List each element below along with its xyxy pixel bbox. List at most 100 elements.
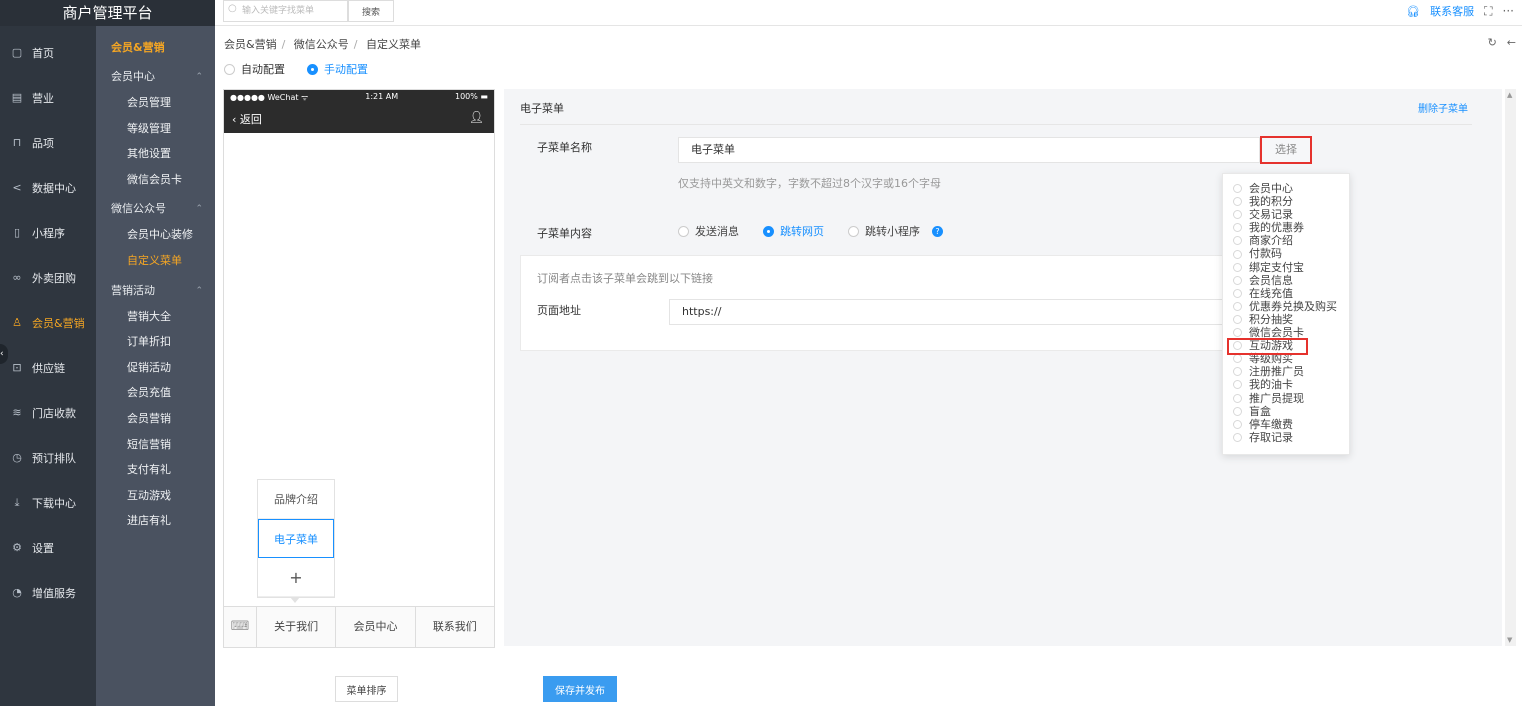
nav-item[interactable]: ⤓ 下载中心 [0,480,96,525]
option-radio[interactable] [1233,354,1242,364]
send-message-label[interactable]: 发送消息 [695,223,739,239]
nav-item[interactable]: ▤ 营业 [0,75,96,120]
nav-item[interactable]: ∞ 外卖团购 [0,255,96,300]
breadcrumb-item[interactable]: 会员&营销 [224,38,277,51]
option-radio[interactable] [1233,236,1242,246]
sub-nav-item[interactable]: 会员管理 [96,90,215,116]
sub-nav-item[interactable]: 微信会员卡 [96,167,215,193]
manual-config-label[interactable]: 手动配置 [324,61,368,77]
option-radio[interactable] [1233,301,1242,311]
dropdown-option[interactable]: 注册推广员 [1223,365,1349,378]
dropdown-option[interactable]: 我的优惠券 [1223,221,1349,234]
sub-nav-item[interactable]: 互动游戏 [96,483,215,509]
scrollbar[interactable]: ▲ ▼ [1505,89,1516,646]
dropdown-option[interactable]: 交易记录 [1223,208,1349,221]
page-url-input[interactable]: https:// [669,299,1225,325]
sub-nav-group-head[interactable]: 微信公众号 ⌃ [96,196,215,222]
nav-item[interactable]: ▯ 小程序 [0,210,96,255]
save-publish-button[interactable]: 保存并发布 [543,676,617,702]
nav-item[interactable]: ▢ 首页 [0,30,96,75]
phone-back-button[interactable]: ‹ 返回 [232,111,262,127]
option-radio[interactable] [1233,419,1242,429]
keyboard-icon[interactable]: ⌨ [224,607,257,647]
submenu-item-brand[interactable]: 品牌介绍 [258,480,334,519]
dropdown-option[interactable]: 我的积分 [1223,195,1349,208]
back-arrow-icon[interactable]: ← [1507,36,1516,49]
dropdown-option[interactable]: 绑定支付宝 [1223,261,1349,274]
option-radio[interactable] [1233,288,1242,298]
auto-config-radio[interactable] [224,63,235,75]
sub-nav-item[interactable]: 营销大全 [96,304,215,330]
sub-nav-item[interactable]: 会员营销 [96,406,215,432]
sub-nav-item[interactable]: 等级管理 [96,116,215,142]
option-radio[interactable] [1233,262,1242,272]
nav-item[interactable]: ◷ 预订排队 [0,435,96,480]
dropdown-option[interactable]: 积分抽奖 [1223,313,1349,326]
option-radio[interactable] [1233,328,1242,338]
nav-item[interactable]: ≋ 门店收款 [0,390,96,435]
dropdown-option[interactable]: 会员中心 [1223,182,1349,195]
sub-nav-item[interactable]: 促销活动 [96,355,215,381]
fullscreen-icon[interactable]: ⛶ [1484,4,1492,19]
menu-item-contact[interactable]: 联系我们 [416,607,494,647]
manual-config-radio[interactable] [307,63,318,75]
sub-nav-group-head[interactable]: 营销活动 ⌃ [96,278,215,304]
option-radio[interactable] [1233,314,1242,324]
option-radio[interactable] [1233,249,1242,259]
menu-sort-button[interactable]: 菜单排序 [335,676,398,702]
submenu-item-e-menu[interactable]: 电子菜单 [258,519,334,558]
option-radio[interactable] [1233,406,1242,416]
option-radio[interactable] [1233,275,1242,285]
dropdown-option[interactable]: 付款码 [1223,247,1349,260]
dropdown-option[interactable]: 存取记录 [1223,431,1349,444]
nav-item[interactable]: ⚙ 设置 [0,525,96,570]
sub-nav-item[interactable]: 进店有礼 [96,508,215,534]
sub-nav-item[interactable]: 自定义菜单 [96,248,215,274]
send-message-radio[interactable] [678,225,689,237]
nav-item[interactable]: ♙ 会员&营销 [0,300,96,345]
choose-button[interactable]: 选择 [1260,136,1312,164]
add-submenu-button[interactable]: + [258,558,334,597]
menu-item-member-center[interactable]: 会员中心 [336,607,416,647]
option-radio[interactable] [1233,184,1242,194]
option-radio[interactable] [1233,223,1242,233]
nav-item[interactable]: ◔ 增值服务 [0,570,96,615]
option-radio[interactable] [1233,367,1242,377]
menu-item-about[interactable]: 关于我们 [257,607,337,647]
sub-nav-item[interactable]: 其他设置 [96,141,215,167]
option-radio[interactable] [1233,432,1242,442]
more-icon[interactable]: ··· [1503,4,1514,18]
help-icon[interactable]: ? [932,225,943,237]
option-radio[interactable] [1233,197,1242,207]
auto-config-label[interactable]: 自动配置 [241,61,285,77]
dropdown-option[interactable]: 盲盒 [1223,405,1349,418]
option-radio[interactable] [1233,380,1242,390]
option-radio[interactable] [1233,393,1242,403]
breadcrumb-item[interactable]: 微信公众号 [294,38,349,51]
jump-miniprogram-radio[interactable] [848,225,859,237]
submenu-name-input[interactable]: 电子菜单 [678,137,1260,163]
sub-nav-item[interactable]: 短信营销 [96,432,215,458]
sub-nav-item[interactable]: 会员充值 [96,380,215,406]
dropdown-option[interactable]: 商家介绍 [1223,234,1349,247]
sub-nav-item[interactable]: 会员中心装修 [96,222,215,248]
jump-miniprogram-label[interactable]: 跳转小程序 [865,223,920,239]
nav-item[interactable]: < 数据中心 [0,165,96,210]
contact-service-link[interactable]: 联系客服 [1430,3,1474,19]
search-input[interactable]: 输入关键字找菜单 [223,0,348,22]
nav-item[interactable]: ⊓ 品项 [0,120,96,165]
dropdown-option[interactable]: 优惠券兑换及购买 [1223,300,1349,313]
scroll-up-icon[interactable]: ▲ [1507,91,1512,99]
search-button[interactable]: 搜索 [348,0,394,22]
sub-nav-group-head[interactable]: 会员中心 ⌃ [96,64,215,90]
dropdown-option[interactable]: 推广员提现 [1223,392,1349,405]
jump-webpage-label[interactable]: 跳转网页 [780,223,824,239]
dropdown-option[interactable]: 会员信息 [1223,274,1349,287]
dropdown-option[interactable]: 停车缴费 [1223,418,1349,431]
sub-nav-item[interactable]: 支付有礼 [96,457,215,483]
refresh-icon[interactable]: ↻ [1488,36,1497,49]
nav-item[interactable]: ⊡ 供应链 [0,345,96,390]
dropdown-option[interactable]: 我的油卡 [1223,378,1349,391]
scroll-down-icon[interactable]: ▼ [1507,636,1512,644]
sub-nav-item[interactable]: 订单折扣 [96,329,215,355]
